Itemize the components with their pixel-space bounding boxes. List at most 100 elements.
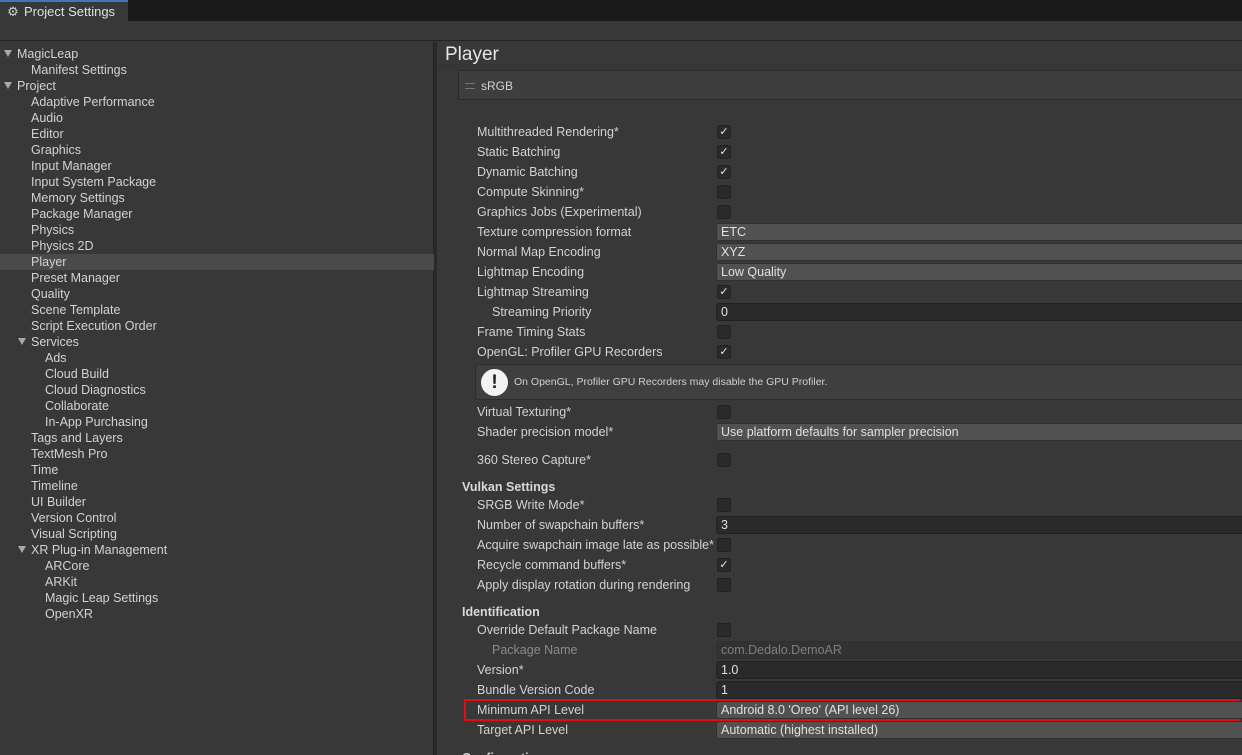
sidebar-item-editor[interactable]: Editor	[31, 126, 64, 142]
sidebar-item-version-control[interactable]: Version Control	[31, 510, 116, 526]
sidebar-item-label: Input System Package	[31, 175, 157, 189]
sidebar-item-audio[interactable]: Audio	[31, 110, 63, 126]
normal-map-encoding-dropdown[interactable]: XYZ	[716, 243, 1242, 261]
dynamic-batching-checkbox[interactable]: ✓	[717, 165, 731, 179]
sidebar-item-arcore[interactable]: ARCore	[45, 558, 89, 574]
sidebar-item-label: OpenXR	[45, 607, 93, 621]
sidebar-item-textmesh-pro[interactable]: TextMesh Pro	[31, 446, 107, 462]
sidebar-item-time[interactable]: Time	[31, 462, 58, 478]
sidebar-item-label: Memory Settings	[31, 191, 125, 205]
minimum-api-level-dropdown[interactable]: Android 8.0 'Oreo' (API level 26)	[716, 701, 1242, 719]
sidebar-item-memory-settings[interactable]: Memory Settings	[31, 190, 125, 206]
static-batching-checkbox[interactable]: ✓	[717, 145, 731, 159]
sidebar-item-label: Version Control	[31, 511, 117, 525]
sidebar-item-package-manager[interactable]: Package Manager	[31, 206, 132, 222]
sidebar-item-label: Services	[31, 335, 79, 349]
sidebar-item-script-execution-order[interactable]: Script Execution Order	[31, 318, 157, 334]
sidebar-item-arkit[interactable]: ARKit	[45, 574, 77, 590]
help-text: On OpenGL, Profiler GPU Recorders may di…	[514, 376, 828, 388]
sidebar-item-magicleap[interactable]: MagicLeap	[4, 46, 78, 62]
sidebar-item-label: TextMesh Pro	[31, 447, 108, 461]
sidebar-item-quality[interactable]: Quality	[31, 286, 70, 302]
lightmap-streaming-checkbox[interactable]: ✓	[717, 285, 731, 299]
target-api-level-label: Target API Level	[477, 723, 569, 737]
sidebar-item-label: Cloud Diagnostics	[45, 383, 146, 397]
apply-display-rotation-during-rendering-checkbox[interactable]	[717, 578, 731, 592]
streaming-priority-field[interactable]: 0	[716, 303, 1242, 321]
sidebar-item-input-manager[interactable]: Input Manager	[31, 158, 112, 174]
version-field[interactable]: 1.0	[716, 661, 1242, 679]
title-bar: ⚙ Project Settings	[0, 0, 1242, 21]
expand-arrow-icon[interactable]	[4, 50, 12, 58]
recycle-command-buffers-checkbox[interactable]: ✓	[717, 558, 731, 572]
opengl-profiler-gpu-recorders-checkbox[interactable]: ✓	[717, 345, 731, 359]
sidebar-item-physics[interactable]: Physics	[31, 222, 74, 238]
sidebar-item-manifest-settings[interactable]: Manifest Settings	[31, 62, 127, 78]
sidebar-item-label: Script Execution Order	[31, 319, 157, 333]
lightmap-encoding-label: Lightmap Encoding	[477, 265, 585, 279]
sidebar-item-in-app-purchasing[interactable]: In-App Purchasing	[45, 414, 148, 430]
multithreaded-rendering-label: Multithreaded Rendering*	[477, 125, 619, 139]
sidebar-item-adaptive-performance[interactable]: Adaptive Performance	[31, 94, 155, 110]
sidebar-item-input-system-package[interactable]: Input System Package	[31, 174, 156, 190]
expand-arrow-icon[interactable]	[18, 546, 26, 554]
color-gamut-list[interactable]: sRGB	[458, 70, 1242, 100]
virtual-texturing-checkbox[interactable]	[717, 405, 731, 419]
sidebar-item-cloud-build[interactable]: Cloud Build	[45, 366, 109, 382]
sidebar-item-collaborate[interactable]: Collaborate	[45, 398, 109, 414]
bundle-version-code-field[interactable]: 1	[716, 681, 1242, 699]
sidebar-item-timeline[interactable]: Timeline	[31, 478, 78, 494]
sidebar-item-ui-builder[interactable]: UI Builder	[31, 494, 86, 510]
dynamic-batching-label: Dynamic Batching	[477, 165, 578, 179]
acquire-swapchain-image-late-as-possible-checkbox[interactable]	[717, 538, 731, 552]
sidebar-item-visual-scripting[interactable]: Visual Scripting	[31, 526, 117, 542]
drag-handle-icon[interactable]	[465, 83, 475, 89]
compute-skinning-checkbox[interactable]	[717, 185, 731, 199]
sidebar-item-physics-2d[interactable]: Physics 2D	[31, 238, 94, 254]
sidebar-item-label: In-App Purchasing	[45, 415, 148, 429]
sidebar-item-ads[interactable]: Ads	[45, 350, 67, 366]
sidebar-item-label: Ads	[45, 351, 67, 365]
shader-precision-model-dropdown[interactable]: Use platform defaults for sampler precis…	[716, 423, 1242, 441]
sidebar-item-label: Timeline	[31, 479, 78, 493]
frame-timing-stats-label: Frame Timing Stats	[477, 325, 586, 339]
360-stereo-capture-checkbox[interactable]	[717, 453, 731, 467]
apply-display-rotation-during-rendering-label: Apply display rotation during rendering	[477, 578, 691, 592]
sidebar-item-services[interactable]: Services	[18, 334, 79, 350]
graphics-jobs-experimental-checkbox[interactable]	[717, 205, 731, 219]
frame-timing-stats-checkbox[interactable]	[717, 325, 731, 339]
sidebar-item-label: MagicLeap	[17, 47, 79, 61]
bundle-version-code-label: Bundle Version Code	[477, 683, 595, 697]
expand-arrow-icon[interactable]	[4, 82, 12, 90]
sidebar-item-preset-manager[interactable]: Preset Manager	[31, 270, 120, 286]
recycle-command-buffers-label: Recycle command buffers*	[477, 558, 627, 572]
number-of-swapchain-buffers-field[interactable]: 3	[716, 516, 1242, 534]
streaming-priority-label: Streaming Priority	[492, 305, 592, 319]
sidebar-item-cloud-diagnostics[interactable]: Cloud Diagnostics	[45, 382, 146, 398]
compute-skinning-label: Compute Skinning*	[477, 185, 585, 199]
sidebar-item-magic-leap-settings[interactable]: Magic Leap Settings	[45, 590, 158, 606]
sidebar-item-tags-and-layers[interactable]: Tags and Layers	[31, 430, 123, 446]
sidebar-item-label: Time	[31, 463, 59, 477]
sidebar-item-player[interactable]: Player	[0, 254, 434, 270]
sidebar-item-scene-template[interactable]: Scene Template	[31, 302, 120, 318]
expand-arrow-icon[interactable]	[18, 338, 26, 346]
sidebar-item-project[interactable]: Project	[4, 78, 56, 94]
vulkan-settings-header: Vulkan Settings	[462, 480, 556, 494]
number-of-swapchain-buffers-label: Number of swapchain buffers*	[477, 518, 645, 532]
sidebar-item-graphics[interactable]: Graphics	[31, 142, 81, 158]
target-api-level-dropdown[interactable]: Automatic (highest installed)	[716, 721, 1242, 739]
multithreaded-rendering-checkbox[interactable]: ✓	[717, 125, 731, 139]
sidebar-item-openxr[interactable]: OpenXR	[45, 606, 93, 622]
srgb-write-mode-checkbox[interactable]	[717, 498, 731, 512]
srgb-write-mode-label: SRGB Write Mode*	[477, 498, 585, 512]
lightmap-encoding-dropdown[interactable]: Low Quality	[716, 263, 1242, 281]
texture-compression-format-dropdown[interactable]: ETC	[716, 223, 1242, 241]
override-default-package-name-checkbox[interactable]	[717, 623, 731, 637]
360-stereo-capture-label: 360 Stereo Capture*	[477, 453, 591, 467]
sidebar-item-label: UI Builder	[31, 495, 86, 509]
sidebar-item-xr-plug-in-management[interactable]: XR Plug-in Management	[18, 542, 167, 558]
package-name-label: Package Name	[492, 643, 578, 657]
project-settings-tab[interactable]: ⚙ Project Settings	[0, 0, 128, 21]
sidebar-item-label: Scene Template	[31, 303, 121, 317]
